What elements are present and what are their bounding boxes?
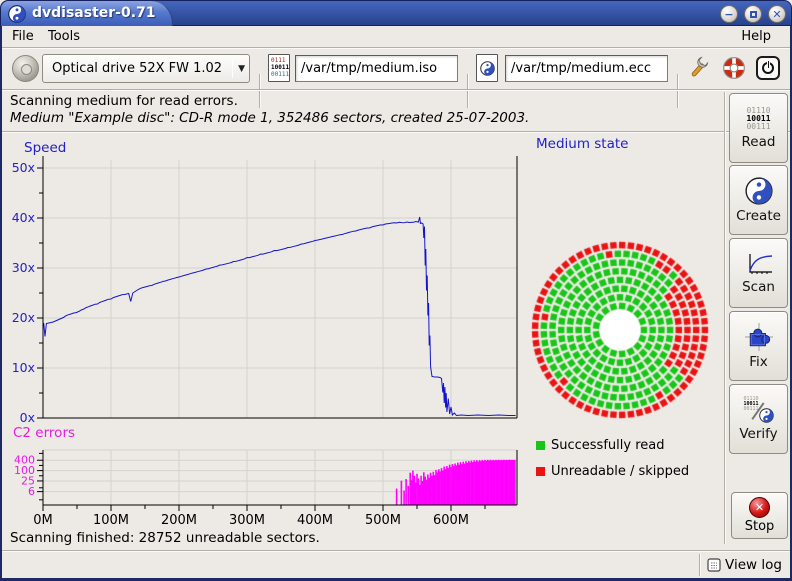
divider	[2, 89, 790, 91]
stop-label: Stop	[745, 519, 775, 534]
quit-button[interactable]	[754, 54, 782, 82]
status-bar	[2, 552, 790, 578]
create-label: Create	[736, 208, 781, 224]
svg-text:500M: 500M	[365, 513, 401, 528]
speed-and-c2-charts: 0x10x20x30x40x50x4001002560M100M200M300M…	[2, 134, 526, 530]
create-button[interactable]: Create	[729, 165, 788, 235]
ecc-file-icon	[476, 54, 498, 82]
menu-file[interactable]: File	[7, 28, 39, 45]
scan-chart-icon	[744, 252, 774, 276]
stop-button[interactable]: ✕ Stop	[731, 492, 788, 539]
svg-text:100M: 100M	[93, 513, 129, 528]
scan-label: Scan	[742, 279, 775, 295]
yinyang-icon	[745, 177, 773, 205]
drive-selector[interactable]: Optical drive 52X FW 1.02 ▼	[42, 54, 250, 83]
help-button[interactable]	[720, 54, 748, 82]
maximize-button[interactable]	[744, 5, 762, 23]
lifebuoy-icon	[721, 55, 747, 81]
legend-item-good: Successfully read	[536, 438, 664, 453]
medium-state-title: Medium state	[536, 136, 628, 152]
legend-item-bad: Unreadable / skipped	[536, 464, 689, 479]
image-file-input[interactable]	[295, 55, 458, 82]
ecc-yinyang-icon	[480, 61, 495, 76]
window-title: dvdisaster-0.71	[32, 5, 156, 21]
stop-icon: ✕	[749, 497, 770, 518]
view-log-label: View log	[725, 557, 782, 573]
svg-text:6: 6	[28, 485, 35, 498]
power-icon	[756, 56, 780, 80]
svg-text:200M: 200M	[161, 513, 197, 528]
svg-text:600M: 600M	[433, 513, 469, 528]
view-log-button[interactable]: View log	[703, 553, 786, 577]
menubar: File Tools Help	[2, 26, 790, 48]
divider	[677, 74, 679, 108]
divider	[259, 74, 261, 108]
image-file-icon: 0111 10011 00111	[268, 54, 290, 82]
chevron-down-icon: ▼	[238, 64, 245, 74]
status-heading: Scanning medium for read errors.	[10, 93, 238, 109]
svg-text:300M: 300M	[229, 513, 265, 528]
preferences-button[interactable]	[685, 54, 713, 82]
svg-text:C2 errors: C2 errors	[13, 425, 75, 441]
legend-label: Successfully read	[551, 438, 664, 453]
svg-text:50x: 50x	[12, 160, 35, 175]
medium-state-disc	[525, 235, 715, 425]
ecc-file-input[interactable]	[505, 55, 668, 82]
doc-line: 10011	[271, 64, 288, 71]
verify-icon: 01110 10011 00111	[744, 397, 774, 423]
svg-text:Speed: Speed	[24, 140, 66, 156]
titlebar[interactable]: dvdisaster-0.71 − ✕	[0, 0, 792, 26]
fix-label: Fix	[749, 354, 768, 370]
minimize-icon: −	[724, 9, 733, 20]
menu-tools[interactable]: Tools	[43, 28, 85, 45]
svg-text:400M: 400M	[297, 513, 333, 528]
window-body: File Tools Help Optical drive 52X FW 1.0…	[0, 26, 792, 581]
bad-sector-swatch	[536, 467, 545, 476]
drive-selector-value: Optical drive 52X FW 1.02	[52, 61, 227, 76]
optical-drive-icon	[12, 55, 39, 82]
divider	[699, 554, 701, 576]
doc-line: 00111	[271, 71, 288, 78]
app-window: dvdisaster-0.71 − ✕ File Tools Help Opti…	[0, 0, 792, 581]
legend-label: Unreadable / skipped	[551, 464, 689, 479]
divider	[724, 92, 726, 544]
svg-text:0M: 0M	[33, 513, 53, 528]
doc-line: 0111	[271, 57, 288, 64]
svg-text:40x: 40x	[12, 210, 35, 225]
close-icon: ✕	[772, 9, 781, 20]
read-button[interactable]: 01110 10011 00111 Read	[729, 93, 788, 163]
divider	[2, 131, 790, 133]
fix-button[interactable]: Fix	[729, 311, 788, 381]
minimize-button[interactable]: −	[720, 5, 738, 23]
divider	[467, 74, 469, 108]
close-button[interactable]: ✕	[768, 5, 786, 23]
wrench-icon	[686, 55, 712, 81]
menu-help[interactable]: Help	[736, 28, 776, 45]
read-label: Read	[742, 134, 776, 150]
svg-text:30x: 30x	[12, 260, 35, 275]
verify-label: Verify	[739, 426, 777, 442]
scan-button[interactable]: Scan	[729, 238, 788, 308]
svg-text:20x: 20x	[12, 310, 35, 325]
app-yinyang-icon	[8, 5, 26, 23]
puzzle-icon	[745, 323, 773, 351]
svg-text:0x: 0x	[20, 410, 35, 425]
medium-info: Medium "Example disc": CD-R mode 1, 3524…	[10, 110, 529, 126]
divider	[232, 59, 233, 78]
maximize-icon	[750, 11, 757, 18]
svg-text:10x: 10x	[12, 360, 35, 375]
read-icon: 01110 10011 00111	[746, 107, 770, 131]
verify-button[interactable]: 01110 10011 00111 Verify	[729, 384, 788, 454]
scan-result-message: Scanning finished: 28752 unreadable sect…	[10, 530, 320, 546]
good-sector-swatch	[536, 441, 545, 450]
toolbar: Optical drive 52X FW 1.02 ▼ 0111 10011 0…	[2, 48, 790, 90]
log-icon	[707, 558, 721, 572]
